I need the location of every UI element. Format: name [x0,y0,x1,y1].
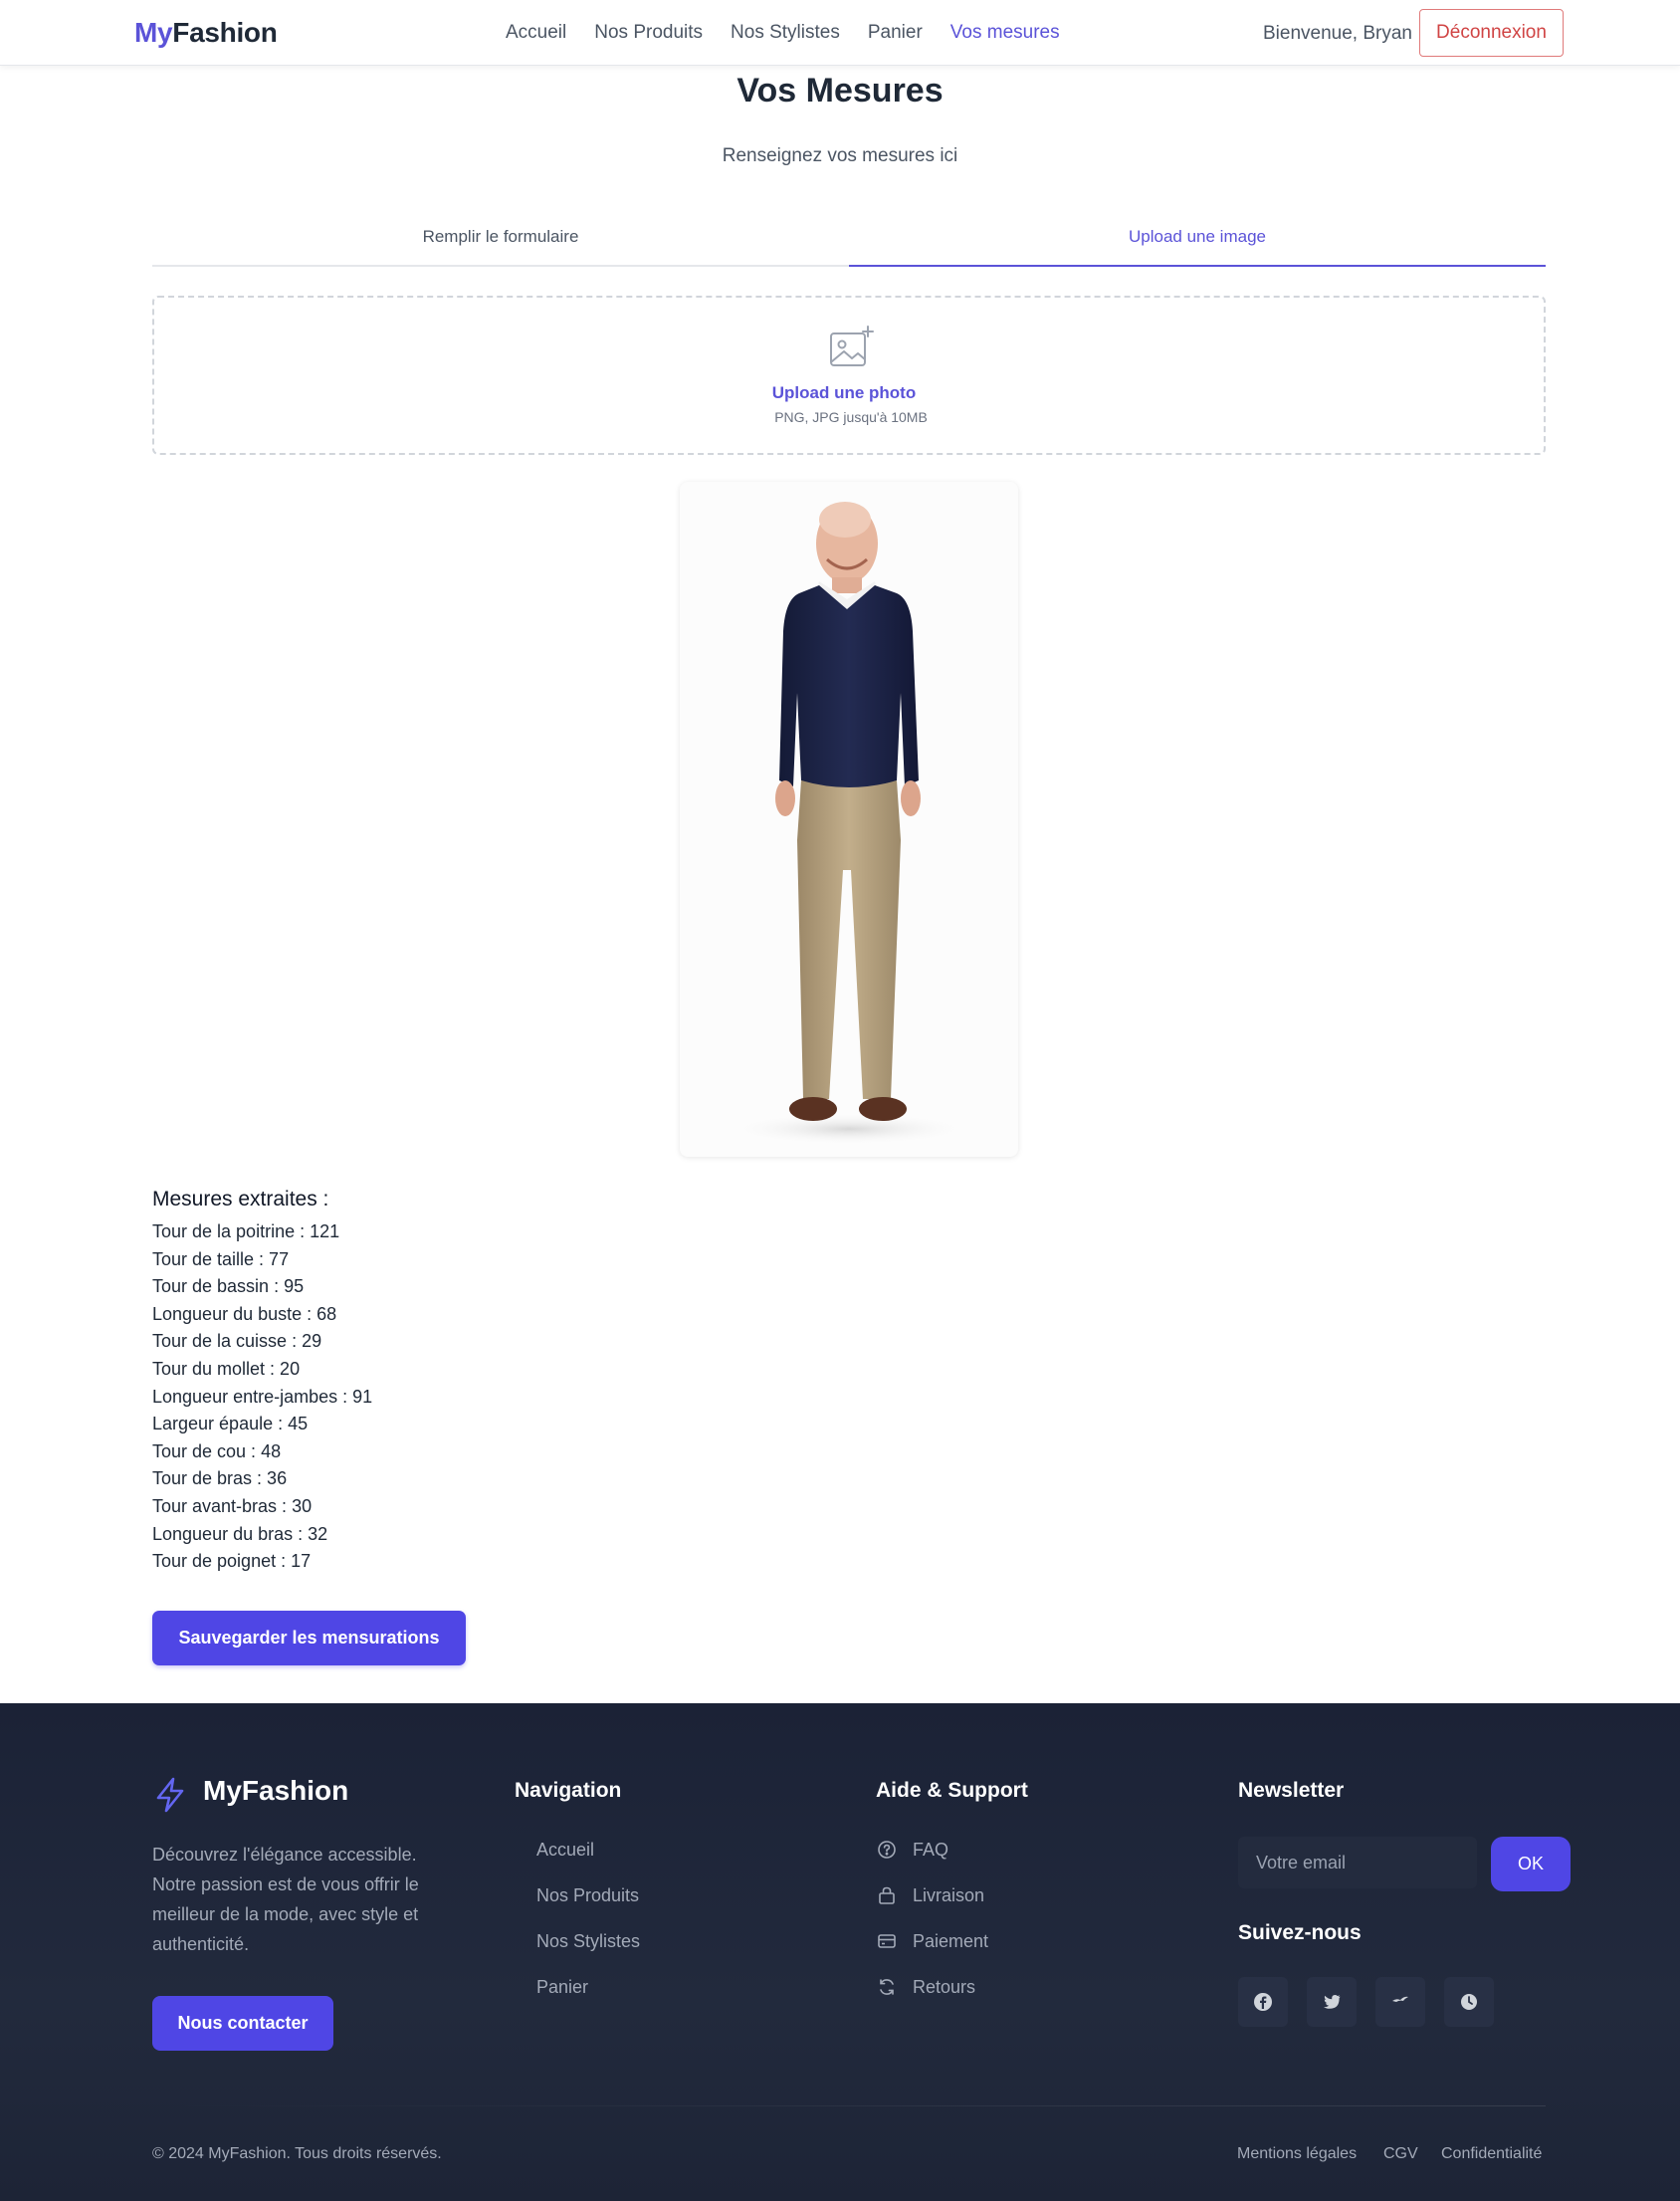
privacy-link[interactable]: Confidentialité [1441,2145,1542,2163]
credit-card-icon [878,1934,896,1948]
image-plus-icon [830,326,874,366]
newsletter-email-input[interactable]: Votre email [1238,1837,1477,1888]
footer-support-livraison[interactable]: Livraison [877,1883,988,1929]
livraison-label: Livraison [913,1885,985,1905]
page-title: Vos Mesures [736,72,944,110]
paiement-label: Paiement [913,1931,989,1951]
nav-accueil[interactable]: Accueil [506,22,566,44]
logo-fashion: Fashion [172,17,278,48]
upload-photo-link[interactable]: Upload une photo [154,383,1540,403]
measurement-item: Longueur du buste : 68 [152,1303,337,1324]
measurement-item: Tour de taille : 77 [152,1248,290,1269]
measurement-item: Tour du mollet : 20 [152,1358,301,1379]
nav-nos-stylistes[interactable]: Nos Stylistes [731,22,840,44]
facebook-icon [1254,1993,1272,2011]
faq-label: FAQ [913,1840,949,1860]
measurement-item: Tour avant-bras : 30 [152,1495,313,1516]
footer-nav-list: Accueil Nos Produits Nos Stylistes Panie… [536,1838,640,2021]
bag-icon [879,1886,895,1904]
footer-support-title: Aide & Support [876,1779,1028,1802]
newsletter-submit-button[interactable]: OK [1491,1837,1571,1891]
measurement-item: Tour de cou : 48 [152,1440,282,1461]
logout-button[interactable]: Déconnexion [1419,9,1564,57]
refresh-icon [880,1979,894,1995]
social-links [1238,1977,1513,2027]
bird-icon [1392,1996,1408,2002]
measurement-item: Tour de la poitrine : 121 [152,1221,340,1241]
footer-nav-panier[interactable]: Panier [536,1975,640,2021]
clock-icon [1461,1994,1477,2010]
footer-nav-title: Navigation [515,1779,622,1802]
person-photo [730,502,968,1145]
logo-my: My [134,17,173,48]
lightning-icon [156,1777,184,1813]
measurement-item: Longueur du bras : 32 [152,1523,328,1544]
footer-nav-accueil[interactable]: Accueil [536,1838,640,1883]
top-navbar: MyFashion Accueil Nos Produits Nos Styli… [0,0,1680,66]
facebook-link[interactable] [1238,1977,1288,2027]
retours-label: Retours [913,1977,976,1997]
footer-support-paiement[interactable]: Paiement [877,1929,988,1975]
footer-description: Découvrez l'élégance accessible. Notre p… [152,1845,419,1954]
cgv-link[interactable]: CGV [1383,2145,1418,2163]
measure-tabs: Remplir le formulaire Upload une image [152,221,1546,267]
nav-vos-mesures[interactable]: Vos mesures [950,22,1060,44]
legal-mentions-link[interactable]: Mentions légales [1237,2145,1357,2163]
measurement-list: Tour de la poitrine : 121 Tour de taille… [152,1218,372,1576]
main-nav: Accueil Nos Produits Nos Stylistes Panie… [506,22,1088,44]
copyright: © 2024 MyFashion. Tous droits réservés. [152,2145,442,2162]
footer: MyFashion Découvrez l'élégance accessibl… [0,1703,1680,2201]
nav-nos-produits[interactable]: Nos Produits [594,22,703,44]
measurement-item: Tour de la cuisse : 29 [152,1331,322,1352]
help-circle-icon [878,1841,896,1859]
clock-link[interactable] [1444,1977,1494,2027]
footer-support-faq[interactable]: FAQ [877,1838,988,1883]
nav-panier[interactable]: Panier [868,22,923,44]
uploaded-photo [680,482,1018,1157]
measurement-item: Tour de poignet : 17 [152,1551,312,1572]
newsletter-title: Newsletter [1238,1779,1345,1802]
save-measurements-button[interactable]: Sauvegarder les mensurations [152,1611,466,1665]
measurement-item: Longueur entre-jambes : 91 [152,1386,373,1407]
contact-button[interactable]: Nous contacter [152,1996,333,2051]
page-subtitle: Renseignez vos mesures ici [722,145,958,166]
footer-divider [152,2105,1546,2106]
logo[interactable]: MyFashion [134,17,278,49]
follow-title: Suivez-nous [1238,1921,1362,1944]
measurement-item: Tour de bras : 36 [152,1468,288,1489]
footer-support-list: FAQ Livraison Paiement Retours [877,1838,988,2021]
tab-upload-image[interactable]: Upload une image [849,221,1546,267]
measurement-item: Tour de bassin : 95 [152,1276,305,1297]
footer-brand[interactable]: MyFashion [203,1775,348,1807]
footer-nav-nos-stylistes[interactable]: Nos Stylistes [536,1929,640,1975]
bird-link[interactable] [1375,1977,1425,2027]
footer-support-retours[interactable]: Retours [877,1975,988,2021]
twitter-link[interactable] [1307,1977,1357,2027]
measurement-item: Largeur épaule : 45 [152,1414,309,1434]
twitter-icon [1324,1995,1341,2009]
footer-nav-nos-produits[interactable]: Nos Produits [536,1883,640,1929]
welcome-text: Bienvenue, Bryan [1263,23,1412,44]
upload-dropzone[interactable]: Upload une photo PNG, JPG jusqu'à 10MB [152,296,1546,455]
tab-form[interactable]: Remplir le formulaire [152,221,849,265]
results-title: Mesures extraites : [152,1188,329,1211]
upload-hint: PNG, JPG jusqu'à 10MB [774,409,928,425]
